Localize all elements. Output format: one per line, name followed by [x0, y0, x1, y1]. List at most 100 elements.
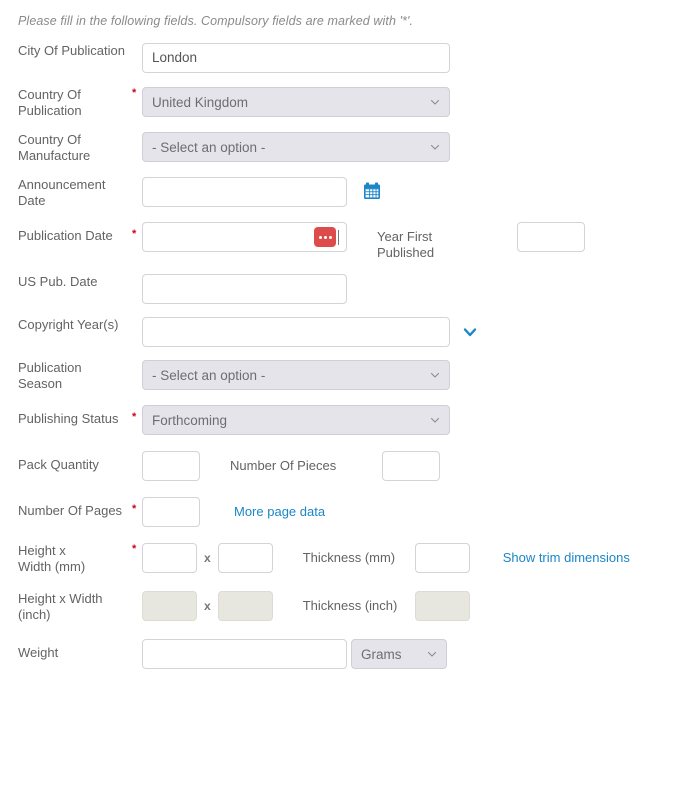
publication-details-form: Please fill in the following fields. Com…: [0, 0, 691, 669]
label-country-of-manufacture: Country Of Manufacture: [0, 132, 132, 164]
chevron-down-icon: [427, 651, 437, 657]
row-weight: Weight * Grams: [0, 639, 691, 669]
label-height-width-inch: Height x Width (inch): [0, 591, 132, 623]
row-number-of-pages: Number Of Pages * More page data: [0, 497, 691, 527]
row-copyright-years: Copyright Year(s) *: [0, 317, 691, 347]
row-height-width-mm: Height x Width (mm) * x Thickness (mm) S…: [0, 543, 691, 575]
label-line-2: Publication: [18, 103, 82, 118]
label-line-1: Height x: [18, 543, 66, 558]
calendar-icon[interactable]: [363, 182, 381, 200]
label-line-2: Season: [18, 376, 63, 391]
required-marker-country-of-manufacture: *: [132, 132, 142, 145]
label-us-pub-date: US Pub. Date: [18, 274, 98, 289]
more-page-data-link[interactable]: More page data: [234, 497, 325, 527]
chevron-down-icon: [430, 99, 440, 105]
row-publication-season: Publication Season * - Select an option …: [0, 360, 691, 392]
chevron-down-icon: [430, 417, 440, 423]
label-line-1: Publication: [18, 360, 82, 375]
label-country-of-publication: Country Of Publication: [0, 87, 132, 119]
required-marker-number-of-pages: *: [132, 503, 137, 515]
required-marker-announcement-date: *: [132, 177, 142, 190]
required-marker-copyright-years: *: [132, 317, 142, 330]
input-copyright-years[interactable]: [142, 317, 450, 347]
required-marker-publication-date: *: [132, 228, 137, 240]
required-marker-publication-season: *: [132, 360, 142, 373]
label-weight: Weight: [18, 645, 59, 660]
chevron-down-icon: [430, 144, 440, 150]
select-value-country-of-publication: United Kingdom: [152, 94, 249, 110]
required-marker-country-of-publication: *: [132, 87, 137, 99]
required-marker-height-width-mm: *: [132, 543, 137, 555]
label-height-width-mm: Height x Width (mm): [0, 543, 132, 575]
label-line-1: Year First: [377, 229, 433, 244]
input-pack-quantity[interactable]: [142, 451, 200, 481]
input-announcement-date[interactable]: [142, 177, 347, 207]
label-city-of-publication: City Of Publication: [18, 43, 125, 58]
form-instruction-text: Please fill in the following fields. Com…: [18, 14, 414, 28]
chevron-down-icon[interactable]: [462, 324, 478, 340]
row-city-of-publication: City Of Publication * London: [0, 43, 691, 73]
label-line-1: Height x Width: [18, 591, 103, 606]
label-announcement-date: Announcement Date: [0, 177, 132, 209]
label-line-1: Announcement: [18, 177, 106, 192]
row-pack-quantity: Pack Quantity * Number Of Pieces: [0, 451, 691, 481]
label-copyright-years: Copyright Year(s): [18, 317, 119, 332]
row-height-width-inch: Height x Width (inch) * x Thickness (inc…: [0, 591, 691, 623]
input-city-of-publication[interactable]: London: [142, 43, 450, 73]
input-height-mm[interactable]: [142, 543, 197, 573]
row-publication-date: Publication Date * Year First Published: [0, 222, 691, 261]
input-width-mm[interactable]: [217, 543, 273, 573]
input-height-inch: [142, 591, 197, 621]
label-line-1: Country Of: [18, 87, 81, 102]
required-marker-pack-quantity: *: [132, 451, 142, 464]
input-thickness-inch: [414, 591, 470, 621]
date-picker-badge-icon[interactable]: [314, 227, 336, 247]
label-publishing-status: Publishing Status: [18, 411, 119, 426]
input-width-inch: [217, 591, 273, 621]
label-publication-date: Publication Date: [18, 228, 113, 243]
select-publication-season[interactable]: - Select an option -: [142, 360, 450, 390]
required-marker-us-pub-date: *: [132, 274, 142, 287]
show-trim-dimensions-link[interactable]: Show trim dimensions: [503, 543, 630, 573]
input-us-pub-date[interactable]: [142, 274, 347, 304]
input-weight[interactable]: [142, 639, 347, 669]
row-us-pub-date: US Pub. Date *: [0, 274, 691, 304]
row-publishing-status: Publishing Status * Forthcoming: [0, 405, 691, 435]
select-value-publishing-status: Forthcoming: [152, 412, 228, 428]
label-pack-quantity: Pack Quantity: [18, 457, 99, 472]
label-number-of-pages: Number Of Pages: [18, 503, 123, 518]
select-value-country-of-manufacture: - Select an option -: [152, 139, 266, 155]
label-line-2: (inch): [18, 607, 51, 622]
required-marker-publishing-status: *: [132, 411, 137, 423]
label-line-1: Country Of: [18, 132, 81, 147]
dimension-separator: x: [204, 599, 211, 613]
row-country-of-manufacture: Country Of Manufacture * - Select an opt…: [0, 132, 691, 164]
label-year-first-published: Year First Published: [377, 222, 517, 261]
input-number-of-pages[interactable]: [142, 497, 200, 527]
select-country-of-manufacture[interactable]: - Select an option -: [142, 132, 450, 162]
text-cursor: [338, 229, 339, 245]
label-number-of-pieces: Number Of Pieces: [230, 458, 337, 473]
label-line-2: Date: [18, 193, 46, 208]
dimension-separator: x: [204, 551, 211, 565]
input-year-first-published[interactable]: [517, 222, 585, 252]
label-line-2: Manufacture: [18, 148, 91, 163]
required-marker-height-width-inch: *: [132, 591, 142, 604]
select-publishing-status[interactable]: Forthcoming: [142, 405, 450, 435]
input-number-of-pieces[interactable]: [382, 451, 440, 481]
label-line-2: Published: [377, 245, 435, 260]
label-line-2: Width (mm): [18, 559, 86, 574]
row-announcement-date: Announcement Date *: [0, 177, 691, 209]
label-thickness-mm: Thickness (mm): [302, 550, 396, 565]
label-thickness-inch: Thickness (inch): [302, 598, 398, 613]
required-marker-weight: *: [132, 639, 142, 652]
select-value-weight-unit: Grams: [361, 646, 402, 662]
select-value-publication-season: - Select an option -: [152, 367, 266, 383]
input-publication-date[interactable]: [142, 222, 347, 252]
label-publication-season: Publication Season: [0, 360, 132, 392]
input-thickness-mm[interactable]: [414, 543, 470, 573]
row-country-of-publication: Country Of Publication * United Kingdom: [0, 87, 691, 119]
required-marker-city-of-publication: *: [132, 43, 142, 56]
select-country-of-publication[interactable]: United Kingdom: [142, 87, 450, 117]
select-weight-unit[interactable]: Grams: [351, 639, 447, 669]
